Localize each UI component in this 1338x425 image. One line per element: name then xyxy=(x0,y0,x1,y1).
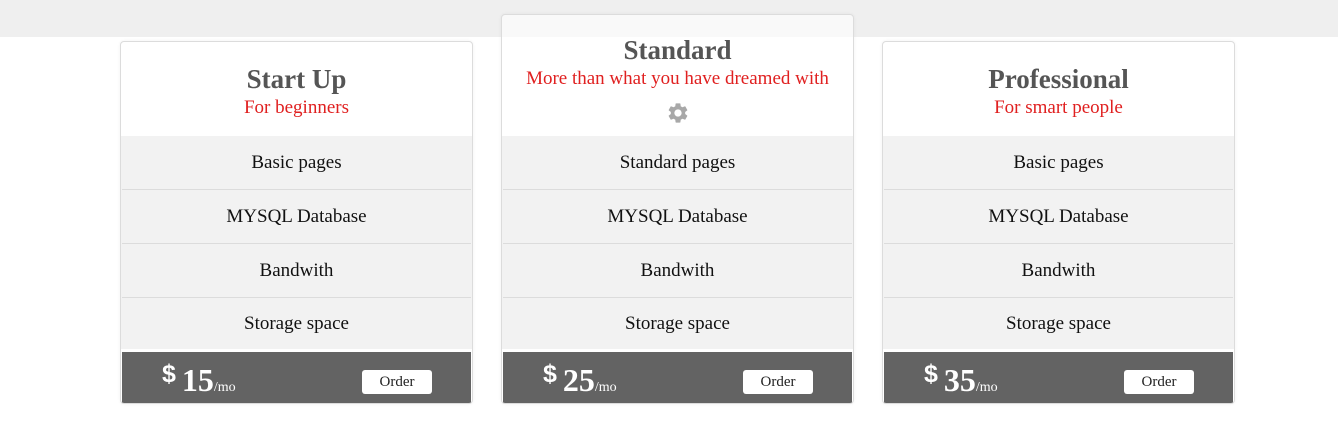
plan-title: Standard xyxy=(623,35,732,65)
card-header: Professional For smart people xyxy=(883,42,1234,136)
price-period: /mo xyxy=(213,380,236,395)
currency-symbol: $ xyxy=(924,360,938,388)
feature-list: Standard pages MYSQL Database Bandwith S… xyxy=(502,136,853,349)
feature-item: Storage space xyxy=(1006,313,1111,334)
plan-title: Start Up xyxy=(246,64,347,94)
feature-item: Bandwith xyxy=(122,244,471,298)
gear-icon xyxy=(668,103,687,123)
pricing-card-start-up: Start Up For beginners Basic pages MYSQL… xyxy=(120,41,473,404)
plan-subtitle: For smart people xyxy=(994,97,1123,118)
currency-symbol: $ xyxy=(543,360,557,388)
price-amount: 25 xyxy=(562,362,595,398)
price-amount: 15 xyxy=(181,362,214,398)
feature-item: Storage space xyxy=(244,313,349,334)
feature-list: Basic pages MYSQL Database Bandwith Stor… xyxy=(883,136,1234,349)
feature-item: Storage space xyxy=(625,313,730,334)
card-footer: $15/mo Order xyxy=(122,352,471,403)
currency-symbol: $ xyxy=(162,360,176,388)
plan-subtitle: More than what you have dreamed with xyxy=(526,68,829,89)
price: $25/mo xyxy=(543,360,617,399)
plan-subtitle: For beginners xyxy=(243,97,349,118)
card-header: Start Up For beginners xyxy=(121,42,472,136)
feature-item: Bandwith xyxy=(503,244,852,298)
price-period: /mo xyxy=(975,380,998,395)
order-button[interactable]: Order xyxy=(1124,370,1194,394)
feature-item: Basic pages xyxy=(884,136,1233,190)
card-footer: $35/mo Order xyxy=(884,352,1233,403)
card-header: Standard More than what you have dreamed… xyxy=(502,15,853,136)
feature-item: MYSQL Database xyxy=(503,190,852,244)
feature-item: Bandwith xyxy=(884,244,1233,298)
feature-item: MYSQL Database xyxy=(122,190,471,244)
price-period: /mo xyxy=(594,380,617,395)
feature-item: Basic pages xyxy=(122,136,471,190)
feature-item: Standard pages xyxy=(503,136,852,190)
order-button[interactable]: Order xyxy=(362,370,432,394)
pricing-card-professional: Professional For smart people Basic page… xyxy=(882,41,1235,404)
price-amount: 35 xyxy=(943,362,976,398)
order-button[interactable]: Order xyxy=(743,370,813,394)
plan-title: Professional xyxy=(988,64,1129,94)
card-footer: $25/mo Order xyxy=(503,352,852,403)
price: $35/mo xyxy=(924,360,998,399)
feature-item: MYSQL Database xyxy=(884,190,1233,244)
pricing-card-standard: Standard More than what you have dreamed… xyxy=(501,14,854,404)
feature-list: Basic pages MYSQL Database Bandwith Stor… xyxy=(121,136,472,349)
price: $15/mo xyxy=(162,360,236,399)
